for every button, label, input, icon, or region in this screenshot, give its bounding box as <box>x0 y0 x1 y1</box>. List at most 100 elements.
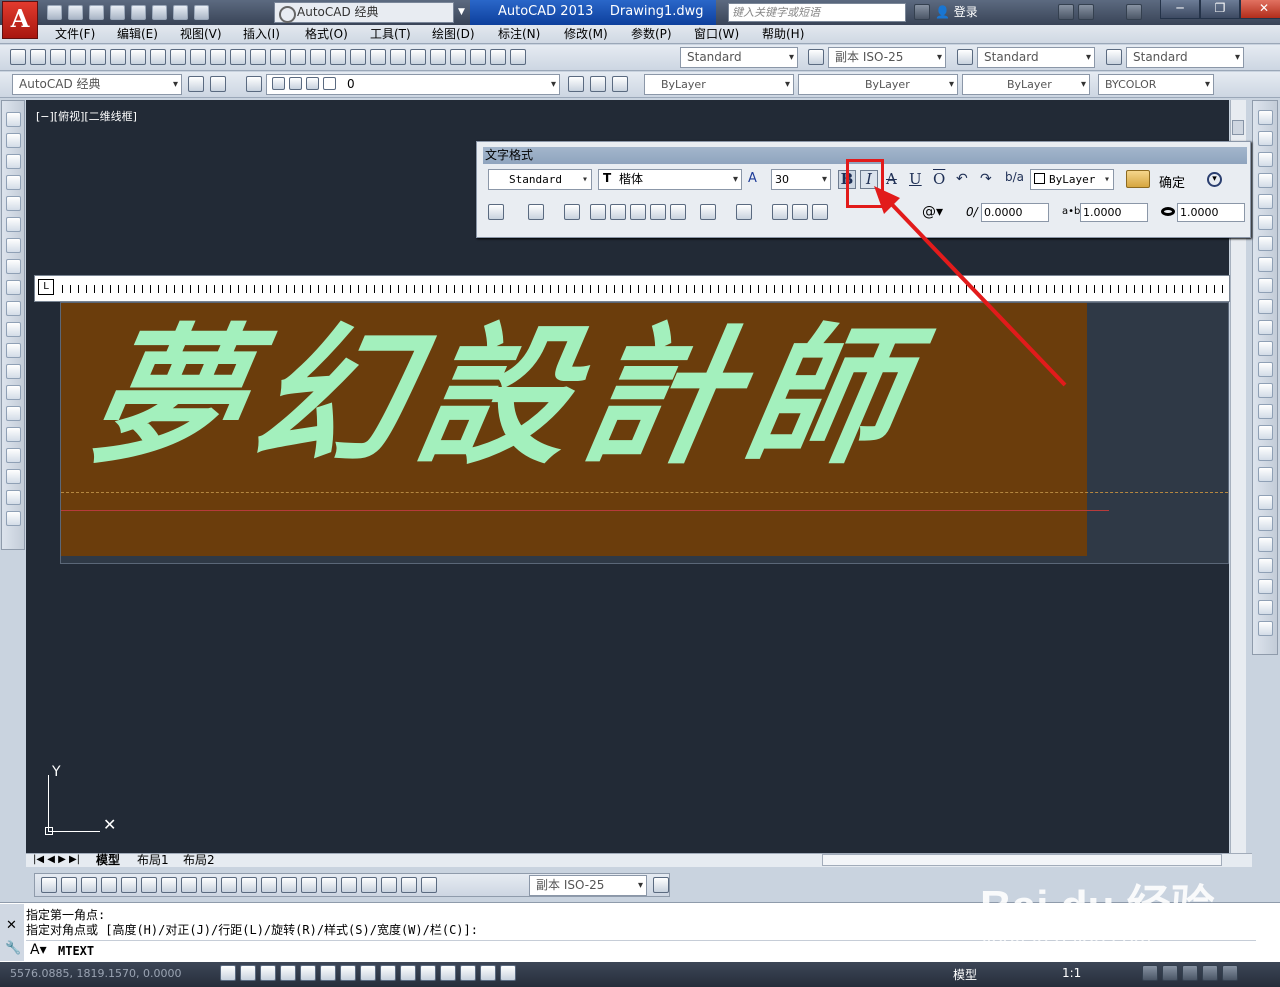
help-icon[interactable] <box>1126 4 1142 20</box>
dim-style-icon[interactable] <box>808 49 824 65</box>
otrack-icon[interactable] <box>360 965 376 981</box>
hatch-icon[interactable] <box>5 406 21 421</box>
menu-edit[interactable]: 编辑(E) <box>117 27 158 42</box>
layer-state-icon[interactable] <box>612 76 628 92</box>
menu-view[interactable]: 视图(V) <box>180 27 222 42</box>
undo-icon[interactable] <box>250 49 266 65</box>
table-icon[interactable] <box>5 469 21 484</box>
markup-icon[interactable] <box>450 49 466 65</box>
hardware-acceleration-icon[interactable] <box>1182 965 1198 981</box>
infer-constraints-icon[interactable] <box>220 965 236 981</box>
zoom-previous-icon[interactable] <box>350 49 366 65</box>
paste-icon[interactable] <box>190 49 206 65</box>
layer-color-icon[interactable] <box>323 77 336 90</box>
snap-icon[interactable] <box>240 965 256 981</box>
user-group-icon[interactable] <box>1078 4 1094 20</box>
cut-icon[interactable] <box>150 49 166 65</box>
menu-file[interactable]: 文件(F) <box>55 27 95 42</box>
isolate-objects-icon[interactable] <box>1202 965 1218 981</box>
center-mark-icon[interactable] <box>321 877 337 893</box>
text-to-front-icon[interactable] <box>1257 600 1273 615</box>
justify-icon[interactable] <box>650 204 666 220</box>
new-icon[interactable] <box>10 49 26 65</box>
tool-palettes-icon[interactable] <box>410 49 426 65</box>
blend-icon[interactable] <box>1257 446 1273 461</box>
numbering-icon[interactable] <box>736 204 752 220</box>
minimize-button[interactable]: ─ <box>1160 0 1200 19</box>
coordinates-readout[interactable]: 5576.0885, 1819.1570, 0.0000 <box>10 967 181 980</box>
uppercase-icon[interactable] <box>792 204 808 220</box>
osnap-icon[interactable] <box>320 965 336 981</box>
text-height-select[interactable]: 30 <box>771 169 831 190</box>
linetype-select[interactable]: ByLayer <box>798 74 958 95</box>
help-icon[interactable] <box>490 49 506 65</box>
menu-window[interactable]: 窗口(W) <box>694 27 739 42</box>
polygon-icon[interactable] <box>5 175 21 190</box>
new-icon[interactable] <box>47 5 62 20</box>
text-style-icon[interactable] <box>510 49 526 65</box>
open-icon[interactable] <box>30 49 46 65</box>
linear-dim-icon[interactable] <box>41 877 57 893</box>
join-icon[interactable] <box>1257 383 1273 398</box>
zoom-realtime-icon[interactable] <box>310 49 326 65</box>
line-icon[interactable] <box>5 112 21 127</box>
layer-manager-icon[interactable] <box>246 76 262 92</box>
tab-model[interactable]: 模型 <box>96 854 120 868</box>
quick-properties-icon[interactable] <box>460 965 476 981</box>
horizontal-scrollbar[interactable] <box>822 854 1222 866</box>
dim-edit-icon[interactable] <box>381 877 397 893</box>
erase-icon[interactable] <box>1257 110 1273 125</box>
dim-style-manager-icon[interactable] <box>653 877 669 893</box>
design-center-icon[interactable] <box>390 49 406 65</box>
tolerance-icon[interactable] <box>301 877 317 893</box>
arc-length-icon[interactable] <box>81 877 97 893</box>
table-style-select[interactable]: Standard <box>977 47 1095 68</box>
paragraph-icon[interactable] <box>564 204 580 220</box>
extend-icon[interactable] <box>1257 320 1273 335</box>
annotation-monitor-icon[interactable] <box>500 965 516 981</box>
move-icon[interactable] <box>1257 215 1273 230</box>
menu-tools[interactable]: 工具(T) <box>370 27 411 42</box>
menu-parametric[interactable]: 参数(P) <box>631 27 672 42</box>
menu-format[interactable]: 格式(O) <box>305 27 348 42</box>
explode-icon[interactable] <box>1257 467 1273 482</box>
close-command-icon[interactable]: ✕ <box>6 918 17 933</box>
options-icon[interactable]: ▾ <box>1207 172 1222 187</box>
ordinate-icon[interactable] <box>101 877 117 893</box>
send-under-icon[interactable] <box>1257 579 1273 594</box>
align-left-icon[interactable] <box>590 204 606 220</box>
workspace-toolbar-icon[interactable] <box>210 76 226 92</box>
jogged-linear-icon[interactable] <box>361 877 377 893</box>
align-right-icon[interactable] <box>630 204 646 220</box>
ok-button[interactable]: 确定 <box>1159 172 1185 191</box>
preview-icon[interactable] <box>90 49 106 65</box>
region-icon[interactable] <box>5 448 21 463</box>
aligned-dim-icon[interactable] <box>61 877 77 893</box>
lineweight-icon[interactable] <box>420 965 436 981</box>
chamfer-icon[interactable] <box>1257 404 1273 419</box>
selection-cycling-icon[interactable] <box>480 965 496 981</box>
dyn-icon[interactable] <box>400 965 416 981</box>
layer-previous-icon[interactable] <box>590 76 606 92</box>
array-icon[interactable] <box>1257 194 1273 209</box>
distribute-icon[interactable] <box>670 204 686 220</box>
block-editor-icon[interactable] <box>230 49 246 65</box>
color-select[interactable]: ByLayer <box>644 74 794 95</box>
menu-modify[interactable]: 修改(M) <box>564 27 608 42</box>
insert-field-icon[interactable] <box>772 204 788 220</box>
transparency-icon[interactable] <box>440 965 456 981</box>
sun-icon[interactable] <box>289 77 302 90</box>
command-input[interactable]: MTEXT <box>58 944 94 958</box>
pan-icon[interactable] <box>290 49 306 65</box>
lowercase-icon[interactable] <box>812 204 828 220</box>
print-icon[interactable] <box>152 5 167 20</box>
save-as-icon[interactable] <box>110 5 125 20</box>
dim-style-select-bottom[interactable]: 副本 ISO-25 <box>529 875 647 896</box>
ellipse-icon[interactable] <box>5 301 21 316</box>
menu-insert[interactable]: 插入(I) <box>243 27 280 42</box>
mleader-style-select[interactable]: Standard <box>1126 47 1244 68</box>
model-space-button[interactable]: 模型 <box>953 966 977 983</box>
mirror-icon[interactable] <box>1257 152 1273 167</box>
make-current-layer-icon[interactable] <box>568 76 584 92</box>
columns-icon[interactable] <box>488 204 504 220</box>
